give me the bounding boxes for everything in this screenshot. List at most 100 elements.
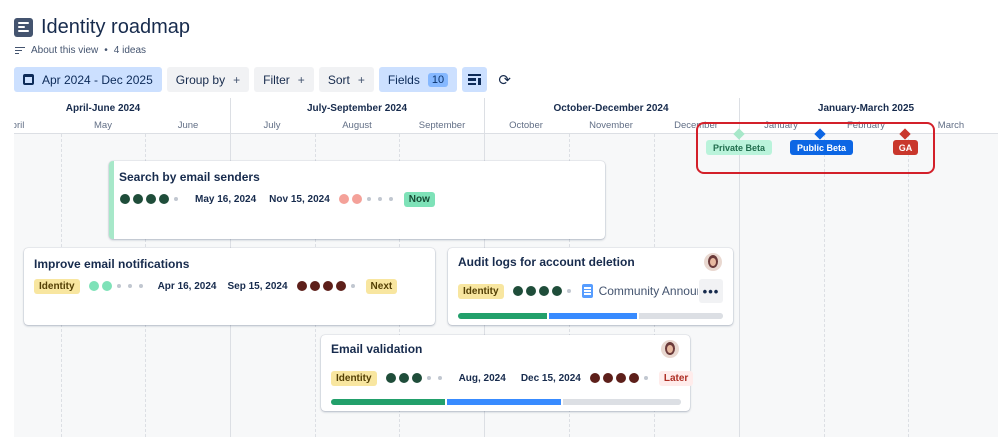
- rating-dot-empty: [388, 197, 393, 201]
- month-label: March: [937, 120, 965, 131]
- card-fields: Identity Aug, 2024 Dec 15, 2024 Later: [331, 370, 694, 386]
- assignee-avatar[interactable]: [704, 253, 722, 271]
- rating-dot-filled: [615, 373, 626, 383]
- month-label: July: [263, 120, 281, 131]
- rating-dot-empty: [643, 376, 648, 380]
- rating-dot-filled: [602, 373, 613, 383]
- rating-dot-empty: [116, 284, 121, 288]
- impact-rating: [512, 286, 573, 296]
- tag-lozenge: Identity: [34, 278, 80, 294]
- rating-dot-empty: [350, 284, 355, 288]
- document-icon: [581, 284, 593, 298]
- sync-button[interactable]: ⟳: [492, 67, 517, 92]
- card-title: Improve email notifications: [34, 257, 190, 271]
- progress-todo: [563, 399, 681, 405]
- plus-icon: +: [233, 72, 241, 87]
- sort-button[interactable]: Sort +: [318, 67, 374, 92]
- progress-done: [331, 399, 445, 405]
- rating-dot-filled: [538, 286, 549, 296]
- rating-dot-filled: [146, 194, 156, 204]
- more-actions-button[interactable]: •••: [699, 279, 723, 303]
- rating-dot-filled: [525, 286, 536, 296]
- impact-rating: [88, 281, 145, 291]
- sort-label: Sort: [327, 72, 350, 87]
- rating-dot-empty: [437, 376, 442, 380]
- group-by-label: Group by: [175, 72, 226, 87]
- rating-dot-empty: [426, 376, 431, 380]
- status-lozenge: Later: [658, 370, 694, 386]
- card-title: Email validation: [331, 342, 423, 356]
- rating-dot-filled: [322, 281, 333, 291]
- effort-rating: [589, 373, 650, 383]
- month-divider: [824, 134, 825, 437]
- rating-dot-filled: [335, 281, 346, 291]
- timeline: April-June 2024 July-September 2024 Octo…: [14, 98, 998, 437]
- month-label: September: [418, 120, 466, 131]
- view-info: About this view • 4 ideas: [15, 45, 146, 56]
- rating-dot-filled: [159, 194, 169, 204]
- card-fields: Identity Community Announcement: [458, 283, 698, 299]
- progress-in-progress: [447, 399, 561, 405]
- rating-dot-filled: [512, 286, 523, 296]
- month-label: October: [509, 120, 543, 131]
- date-range-button[interactable]: Apr 2024 - Dec 2025: [14, 67, 162, 92]
- rating-dot-filled: [589, 373, 600, 383]
- fields-button[interactable]: Fields 10: [378, 67, 458, 92]
- end-date: Sep 15, 2024: [227, 280, 288, 292]
- month-divider: [908, 134, 909, 437]
- plus-icon: +: [357, 72, 365, 87]
- group-by-button[interactable]: Group by +: [166, 67, 250, 92]
- card-title: Audit logs for account deletion: [458, 255, 635, 269]
- impact-rating: [120, 194, 180, 204]
- rating-dot-filled: [309, 281, 320, 291]
- linked-document[interactable]: Community Announcement: [581, 284, 698, 298]
- rating-dot-filled: [120, 194, 130, 204]
- card-accent: [109, 161, 114, 239]
- rating-dot-filled: [411, 373, 422, 383]
- effort-rating: [296, 281, 357, 291]
- idea-card-improve-notifications[interactable]: Improve email notifications Identity Apr…: [24, 248, 435, 325]
- quarter-label: October-December 2024: [553, 103, 669, 114]
- idea-card-audit-logs[interactable]: Audit logs for account deletion Identity…: [448, 248, 733, 325]
- filter-button[interactable]: Filter +: [254, 67, 314, 92]
- status-lozenge: Next: [365, 278, 398, 294]
- layout-toggle-button[interactable]: [462, 67, 488, 92]
- document-title: Community Announcement: [598, 284, 698, 298]
- about-view-link[interactable]: About this view: [31, 45, 98, 56]
- month-label: June: [177, 120, 199, 131]
- rating-dot-empty: [174, 197, 178, 201]
- impact-rating: [385, 373, 444, 383]
- bullet-separator: •: [104, 45, 108, 56]
- rating-dot-empty: [377, 197, 382, 201]
- rating-dot-filled: [101, 281, 112, 291]
- rating-dot-filled: [385, 373, 396, 383]
- card-fields: May 16, 2024 Nov 15, 2024 Now: [120, 191, 435, 207]
- quarter-label: April-June 2024: [65, 103, 141, 114]
- filter-label: Filter: [263, 72, 290, 87]
- idea-card-search-by-email[interactable]: Search by email senders May 16, 2024 Nov…: [109, 161, 605, 239]
- rating-dot-empty: [366, 197, 371, 201]
- tag-lozenge: Identity: [331, 370, 377, 386]
- toolbar: Apr 2024 - Dec 2025 Group by + Filter + …: [14, 67, 517, 92]
- rating-dot-filled: [398, 373, 409, 383]
- progress-todo: [639, 313, 723, 319]
- page-title: Identity roadmap: [41, 16, 190, 38]
- fields-label: Fields: [387, 72, 420, 87]
- tag-lozenge: Identity: [458, 283, 504, 299]
- month-label: May: [94, 120, 112, 131]
- assignee-avatar[interactable]: [661, 340, 679, 358]
- rating-dot-empty: [566, 289, 571, 293]
- fields-count-badge: 10: [427, 72, 449, 87]
- rating-dot-empty: [127, 284, 132, 288]
- month-label: August: [342, 120, 372, 131]
- idea-card-email-validation[interactable]: Email validation Identity Aug, 2024 Dec …: [321, 335, 694, 411]
- milestones-highlight: [696, 122, 935, 174]
- rating-dot-filled: [338, 194, 349, 204]
- start-date: Aug, 2024: [458, 372, 506, 384]
- roadmap-icon: [14, 18, 33, 37]
- progress-bar: [458, 313, 723, 319]
- card-title: Search by email senders: [119, 170, 260, 184]
- effort-rating: [338, 194, 395, 204]
- quarter-label: July-September 2024: [306, 103, 408, 114]
- rating-dot-filled: [133, 194, 143, 204]
